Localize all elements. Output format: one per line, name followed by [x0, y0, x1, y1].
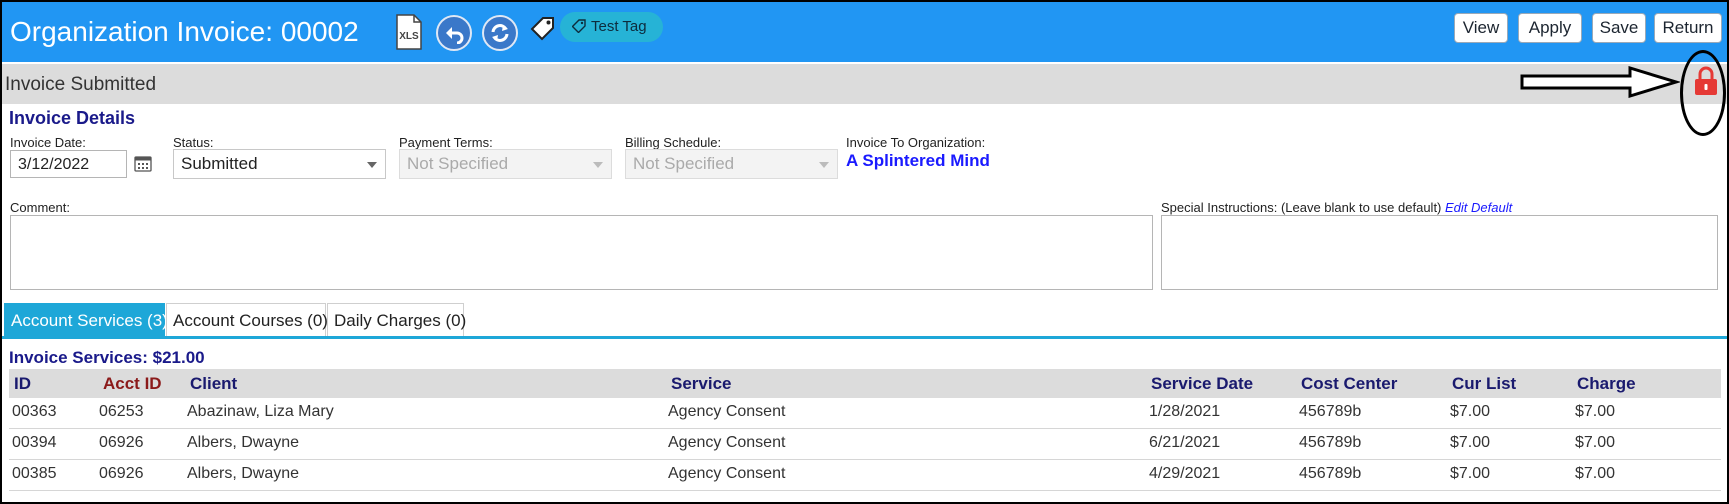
tab-account-services[interactable]: Account Services (3): [4, 303, 168, 336]
cell-id: 00394: [12, 434, 57, 451]
tab-daily-charges[interactable]: Daily Charges (0): [327, 303, 466, 336]
chevron-down-icon: [367, 162, 377, 168]
cell-cost-center: 456789b: [1299, 403, 1362, 420]
edit-default-link[interactable]: Edit Default: [1445, 200, 1512, 215]
invoice-to-label: Invoice To Organization:: [846, 135, 986, 150]
payment-terms-select[interactable]: Not Specified: [399, 149, 612, 179]
cell-cost-center: 456789b: [1299, 434, 1362, 451]
status-label: Status:: [173, 135, 214, 150]
table-row[interactable]: 00363 06253 Abazinaw, Liza Mary Agency C…: [9, 398, 1721, 429]
lock-icon[interactable]: [1693, 66, 1719, 96]
tag-icon[interactable]: [530, 16, 556, 42]
tabs-underline: [2, 336, 1727, 339]
chevron-down-icon: [593, 162, 603, 168]
cell-cur-list: $7.00: [1450, 403, 1491, 420]
cell-id: 00385: [12, 465, 57, 482]
header-bar: Organization Invoice: 00002 XLS Test Tag…: [2, 2, 1727, 62]
cell-service-date: 6/21/2021: [1149, 434, 1221, 451]
special-instructions-label: Special Instructions: (Leave blank to us…: [1161, 200, 1442, 215]
col-cost-center[interactable]: Cost Center: [1301, 374, 1397, 394]
cell-service: Agency Consent: [668, 403, 786, 420]
save-button[interactable]: Save: [1592, 13, 1646, 43]
xls-export-icon[interactable]: XLS: [395, 14, 423, 50]
tab-account-courses[interactable]: Account Courses (0): [166, 303, 328, 336]
calendar-icon[interactable]: [134, 154, 152, 172]
cell-acct-id: 06926: [99, 434, 144, 451]
cell-client: Albers, Dwayne: [187, 434, 300, 451]
invoice-date-input[interactable]: 3/12/2022: [10, 150, 127, 178]
col-service[interactable]: Service: [671, 374, 732, 394]
payment-terms-label: Payment Terms:: [399, 135, 493, 150]
undo-arrow-icon: [446, 27, 464, 44]
col-cur-list[interactable]: Cur List: [1452, 374, 1516, 394]
annotation-arrow-icon: [1520, 66, 1680, 98]
special-instructions-label-row: Special Instructions: (Leave blank to us…: [1161, 200, 1512, 215]
tag-outline-icon: [571, 19, 586, 34]
invoice-date-label: Invoice Date:: [10, 135, 86, 150]
cell-charge: $7.00: [1575, 465, 1616, 482]
cell-service-date: 4/29/2021: [1149, 465, 1221, 482]
invoice-details-heading: Invoice Details: [9, 108, 136, 128]
status-select[interactable]: Submitted: [173, 149, 386, 179]
status-select-value: Submitted: [181, 154, 258, 173]
test-tag-label: Test Tag: [591, 18, 647, 35]
invoice-to-organization-link[interactable]: A Splintered Mind: [846, 151, 990, 171]
cell-cur-list: $7.00: [1450, 465, 1491, 482]
col-charge[interactable]: Charge: [1577, 374, 1636, 394]
cell-service: Agency Consent: [668, 434, 786, 451]
cell-client: Abazinaw, Liza Mary: [187, 403, 334, 420]
special-instructions-textarea[interactable]: [1161, 215, 1718, 290]
cell-id: 00363: [12, 403, 57, 420]
cell-service-date: 1/28/2021: [1149, 403, 1221, 420]
col-acct-id[interactable]: Acct ID: [103, 374, 162, 394]
undo-button[interactable]: [436, 15, 472, 51]
payment-terms-value: Not Specified: [407, 154, 509, 173]
chevron-down-icon: [819, 162, 829, 168]
col-client[interactable]: Client: [190, 374, 237, 394]
refresh-button[interactable]: [482, 15, 518, 51]
cell-charge: $7.00: [1575, 434, 1616, 451]
page-title: Organization Invoice: 00002: [10, 16, 359, 47]
services-table-header: ID Acct ID Client Service Service Date C…: [9, 369, 1721, 398]
col-service-date[interactable]: Service Date: [1151, 374, 1253, 394]
return-button[interactable]: Return: [1654, 13, 1722, 43]
cell-charge: $7.00: [1575, 403, 1616, 420]
xls-label: XLS: [399, 31, 419, 42]
cell-acct-id: 06253: [99, 403, 144, 420]
refresh-icon: [491, 24, 509, 42]
billing-schedule-value: Not Specified: [633, 154, 735, 173]
table-row[interactable]: 00385 06926 Albers, Dwayne Agency Consen…: [9, 460, 1721, 491]
cell-service: Agency Consent: [668, 465, 786, 482]
billing-schedule-select[interactable]: Not Specified: [625, 149, 838, 179]
test-tag-chip[interactable]: Test Tag: [560, 12, 663, 42]
cell-acct-id: 06926: [99, 465, 144, 482]
invoice-services-heading: Invoice Services: $21.00: [9, 348, 205, 367]
billing-schedule-label: Billing Schedule:: [625, 135, 722, 150]
invoice-status-text: Invoice Submitted: [5, 74, 157, 95]
apply-button[interactable]: Apply: [1518, 13, 1582, 43]
cell-cur-list: $7.00: [1450, 434, 1491, 451]
view-button[interactable]: View: [1454, 13, 1508, 43]
table-row[interactable]: 00394 06926 Albers, Dwayne Agency Consen…: [9, 429, 1721, 460]
cell-client: Albers, Dwayne: [187, 465, 300, 482]
col-id[interactable]: ID: [14, 374, 31, 394]
comment-textarea[interactable]: [10, 215, 1153, 290]
comment-label: Comment:: [10, 200, 70, 215]
status-bar: Invoice Submitted: [2, 64, 1727, 104]
cell-cost-center: 456789b: [1299, 465, 1362, 482]
